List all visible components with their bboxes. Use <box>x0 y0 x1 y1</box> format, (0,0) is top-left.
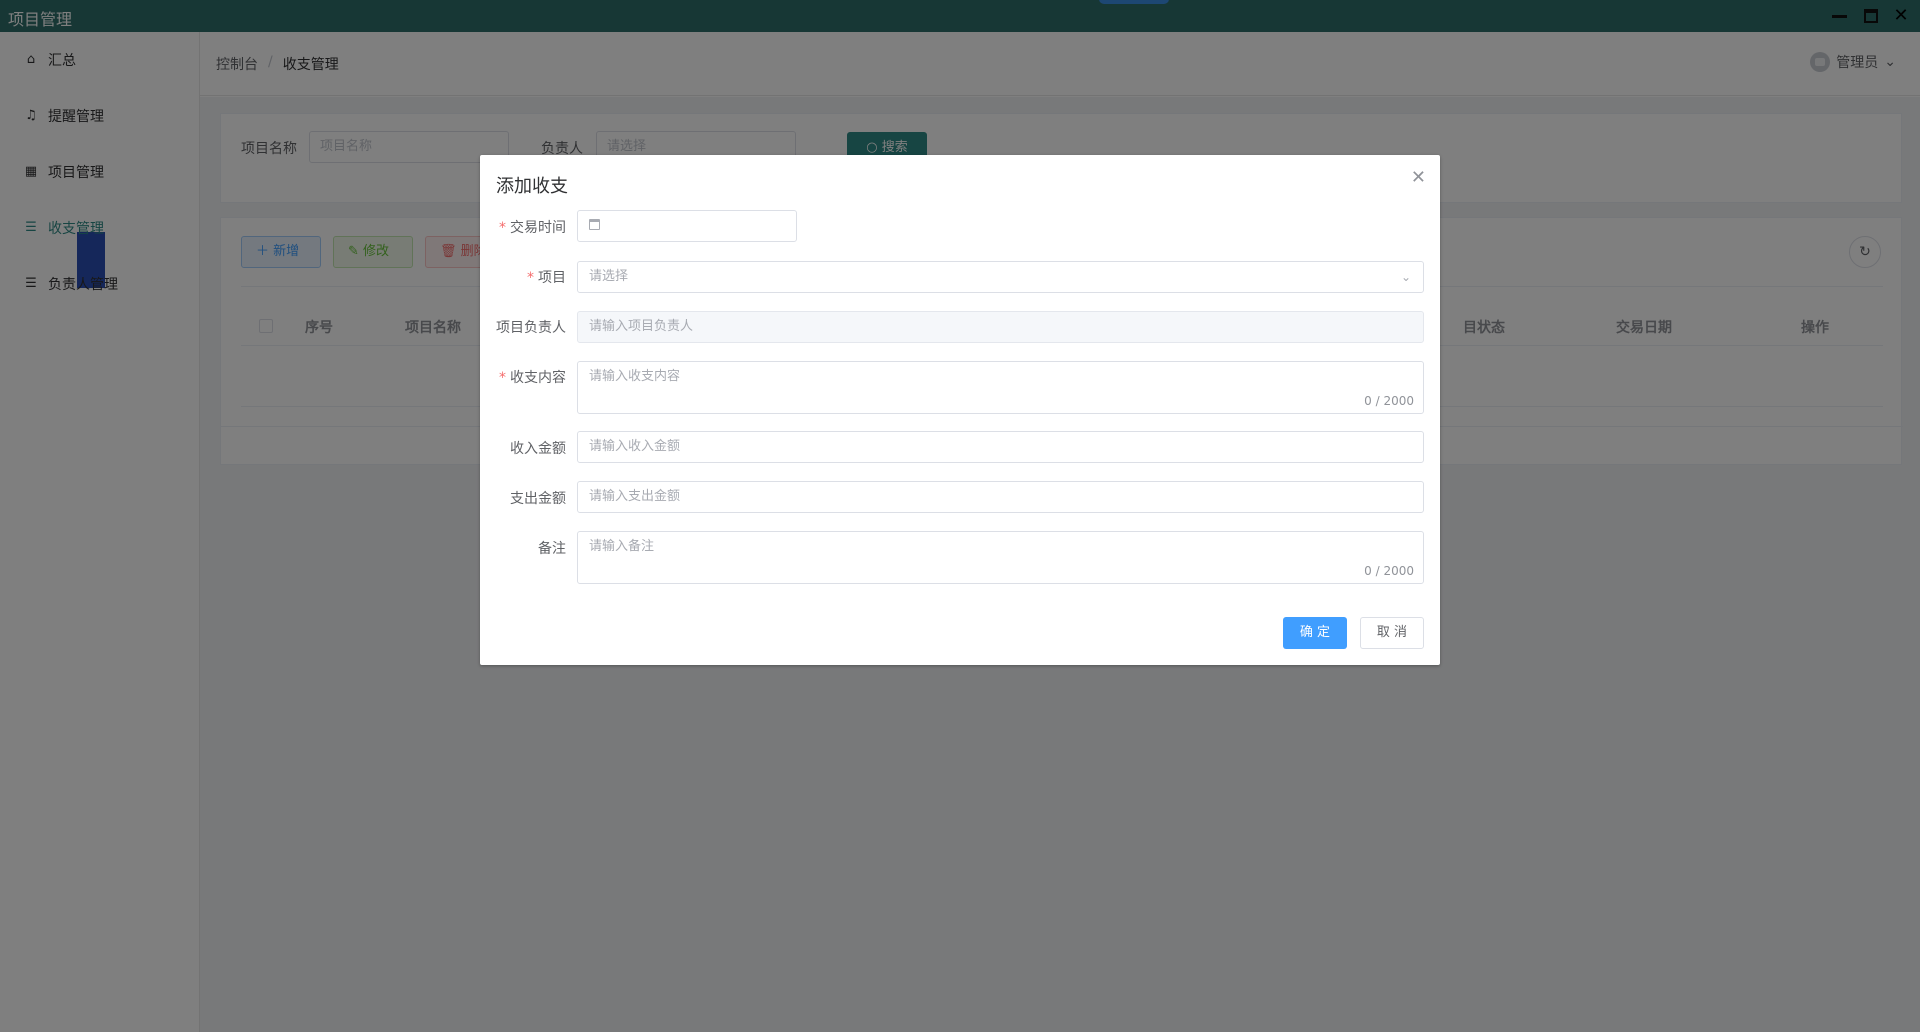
owner-field-label: 项目负责人 <box>496 320 566 336</box>
project-label: * 项目 <box>527 270 566 286</box>
close-icon: ✕ <box>1410 167 1426 188</box>
calendar-icon <box>589 219 600 230</box>
content-label-text: 收支内容 <box>510 370 566 386</box>
dialog-close-button[interactable]: ✕ <box>1411 167 1426 188</box>
expense-label: 支出金额 <box>510 491 566 507</box>
project-label-text: 项目 <box>538 270 566 286</box>
cancel-button[interactable]: 取 消 <box>1360 617 1424 649</box>
project-select-placeholder: 请选择 <box>589 269 629 284</box>
expense-input[interactable]: 请输入支出金额 <box>577 481 1424 513</box>
project-select[interactable]: 请选择 ⌄ <box>577 261 1424 293</box>
confirm-button[interactable]: 确 定 <box>1283 617 1347 649</box>
remark-label: 备注 <box>538 541 566 557</box>
content-label: * 收支内容 <box>499 370 566 386</box>
owner-input-disabled: 请输入项目负责人 <box>577 311 1424 343</box>
remark-textarea[interactable]: 请输入备注 0 / 2000 <box>577 531 1424 584</box>
remark-char-count: 0 / 2000 <box>1364 564 1414 578</box>
trade-time-picker[interactable] <box>577 210 797 242</box>
income-input[interactable]: 请输入收入金额 <box>577 431 1424 463</box>
dialog-title: 添加收支 <box>496 176 568 197</box>
content-placeholder: 请输入收支内容 <box>589 369 681 384</box>
remark-placeholder: 请输入备注 <box>589 539 655 554</box>
content-textarea[interactable]: 请输入收支内容 0 / 2000 <box>577 361 1424 414</box>
content-char-count: 0 / 2000 <box>1364 394 1414 408</box>
trade-time-label: * 交易时间 <box>499 220 566 236</box>
trade-time-label-text: 交易时间 <box>510 220 566 236</box>
income-label: 收入金额 <box>510 441 566 457</box>
chevron-down-icon: ⌄ <box>1400 270 1411 284</box>
add-finance-dialog: 添加收支 ✕ * 交易时间 * 项目 请选择 ⌄ 项目负责人 请输入项目负责人 * 收支… <box>480 155 1440 665</box>
